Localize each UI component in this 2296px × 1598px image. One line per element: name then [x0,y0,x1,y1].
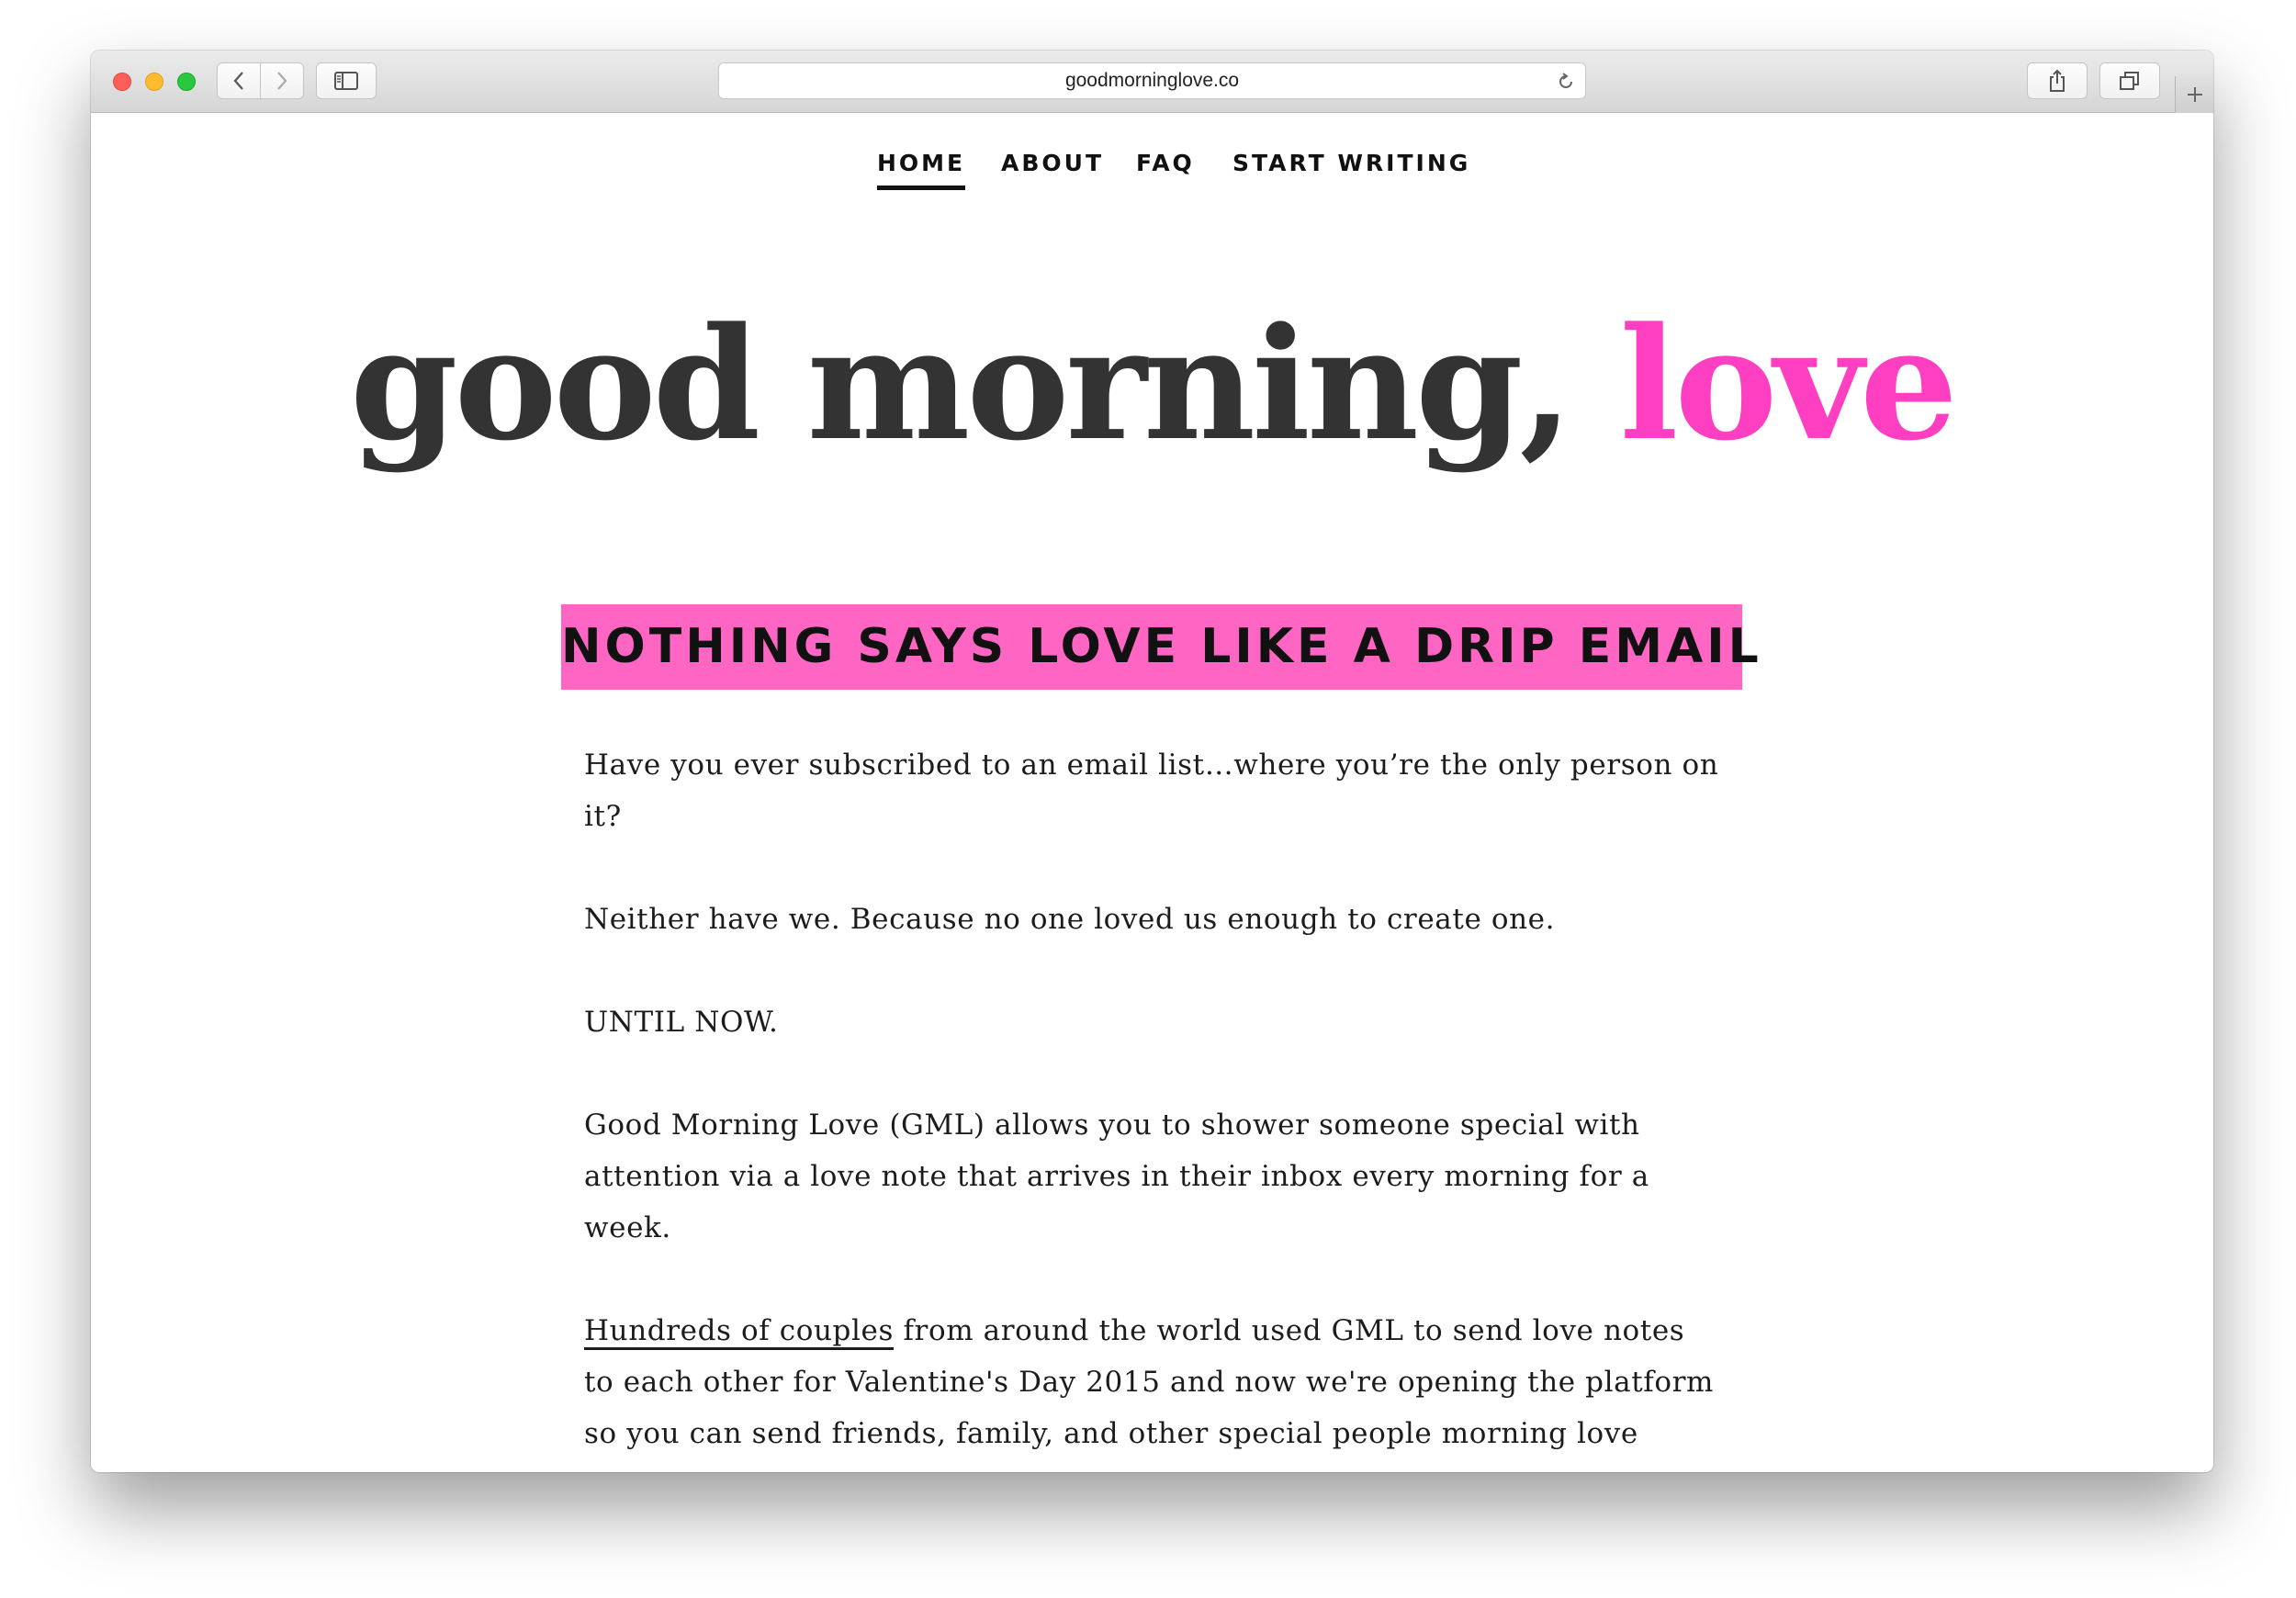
nav-home-link[interactable]: HOME [877,150,966,190]
zoom-window-button[interactable] [177,73,196,91]
browser-toolbar: goodmorninglove.co [91,51,2213,113]
tagline-banner: NOTHING SAYS LOVE LIKE A DRIP EMAIL [561,604,1759,690]
back-button[interactable] [217,62,261,99]
page-content: HOME ABOUT FAQ START WRITING good mornin… [91,113,2213,1472]
logo-text-dark: good morning, [350,293,1573,475]
share-icon [2050,69,2065,92]
screenshot: goodmorninglove.co HOME ABOUT FAQ START … [0,0,2296,1598]
intro-article: Have you ever subscribed to an email lis… [584,739,1723,1472]
new-tab-button[interactable] [2175,76,2213,113]
plus-icon [2187,87,2202,102]
paragraph-2: Neither have we. Because no one loved us… [584,903,1556,936]
hundreds-of-couples-link[interactable]: Hundreds of couples [584,1314,894,1350]
paragraph-5: Hundreds of couples from around the worl… [584,1305,1723,1472]
paragraph-4: Good Morning Love (GML) allows you to sh… [584,1108,1649,1244]
address-bar[interactable]: goodmorninglove.co [718,62,1586,99]
sidebar-icon [334,72,358,90]
url-text: goodmorninglove.co [1064,70,1240,91]
browser-window: goodmorninglove.co HOME ABOUT FAQ START … [91,51,2213,1472]
minimize-window-button[interactable] [145,73,163,91]
logo-text-pink: love [1619,293,1958,475]
forward-button[interactable] [260,62,304,99]
show-tabs-button[interactable] [2099,62,2160,99]
reload-icon[interactable] [1556,72,1576,92]
site-logo[interactable]: good morning, love [91,292,2213,476]
paragraph-1: Have you ever subscribed to an email lis… [584,748,1719,833]
chevron-left-icon [233,72,243,90]
share-button[interactable] [2027,62,2088,99]
tagline-text: NOTHING SAYS LOVE LIKE A DRIP EMAIL [561,619,1762,674]
nav-about-link[interactable]: ABOUT [1001,150,1104,186]
paragraph-3: UNTIL NOW. [584,1006,779,1039]
site-navigation: HOME ABOUT FAQ START WRITING [91,113,2213,242]
tabs-icon [2120,72,2139,90]
nav-faq-link[interactable]: FAQ [1136,150,1195,186]
sidebar-toggle-button[interactable] [316,62,377,99]
nav-start-writing-link[interactable]: START WRITING [1232,150,1470,186]
close-window-button[interactable] [113,73,131,91]
chevron-right-icon [277,72,287,90]
